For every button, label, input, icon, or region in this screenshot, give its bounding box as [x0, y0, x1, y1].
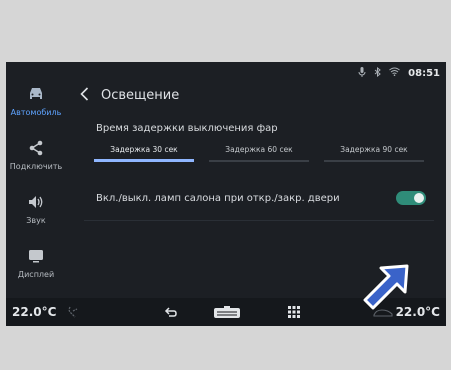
status-bar: 08:51 [6, 62, 446, 84]
infotainment-screen: 08:51 Автомобиль Подключить Звук Дисплей [6, 62, 446, 326]
page-title: Освещение [101, 87, 180, 103]
delay-60-option[interactable]: Задержка 60 сек [209, 142, 309, 162]
seat-heat-icon[interactable] [66, 304, 80, 323]
delay-90-option[interactable]: Задержка 90 сек [324, 142, 424, 162]
mic-icon [358, 66, 366, 80]
sidebar-item-label: Автомобиль [10, 108, 62, 117]
car-icon [6, 86, 66, 104]
apps-grid-icon[interactable] [287, 304, 301, 323]
toggle-knob [414, 193, 424, 203]
sidebar-item-label: Звук [26, 216, 46, 225]
divider [84, 220, 434, 221]
option-underline [209, 160, 309, 162]
sidebar: Автомобиль Подключить Звук Дисплей [6, 80, 66, 290]
delay-30-option[interactable]: Задержка 30 сек [94, 142, 194, 162]
settings-panel: Время задержки выключения фар Задержка 3… [84, 114, 434, 274]
delay-option-label: Задержка 90 сек [340, 145, 408, 154]
sidebar-item-label: Подключить [9, 162, 63, 171]
page-header: Освещение [80, 85, 179, 105]
sidebar-item-sound[interactable]: Звук [6, 194, 66, 225]
option-underline [324, 160, 424, 162]
headlight-delay-selector: Задержка 30 сек Задержка 60 сек Задержка… [94, 142, 424, 164]
car-home-icon[interactable] [213, 305, 241, 324]
back-button[interactable] [80, 86, 89, 105]
sidebar-item-label: Дисплей [17, 270, 55, 279]
back-arrow-icon[interactable] [164, 304, 178, 323]
interior-lamp-toggle[interactable] [396, 191, 426, 205]
bluetooth-icon [374, 66, 381, 80]
speaker-icon [6, 194, 66, 212]
sidebar-item-connect[interactable]: Подключить [6, 140, 66, 171]
display-icon [6, 248, 66, 266]
interior-lamp-row: Вкл./выкл. ламп салона при откр./закр. д… [96, 186, 426, 210]
interior-lamp-label: Вкл./выкл. ламп салона при откр./закр. д… [96, 192, 340, 204]
clock: 08:51 [408, 67, 440, 79]
sidebar-item-display[interactable]: Дисплей [6, 248, 66, 279]
wifi-icon [389, 67, 400, 79]
temp-left[interactable]: 22.0°C [12, 305, 56, 319]
pointer-arrow-icon [363, 264, 409, 310]
selected-indicator [94, 159, 194, 162]
delay-option-label: Задержка 30 сек [110, 145, 178, 154]
delay-option-label: Задержка 60 сек [225, 145, 293, 154]
share-icon [6, 140, 66, 158]
sidebar-item-car[interactable]: Автомобиль [6, 86, 66, 117]
headlight-delay-label: Время задержки выключения фар [96, 123, 278, 134]
